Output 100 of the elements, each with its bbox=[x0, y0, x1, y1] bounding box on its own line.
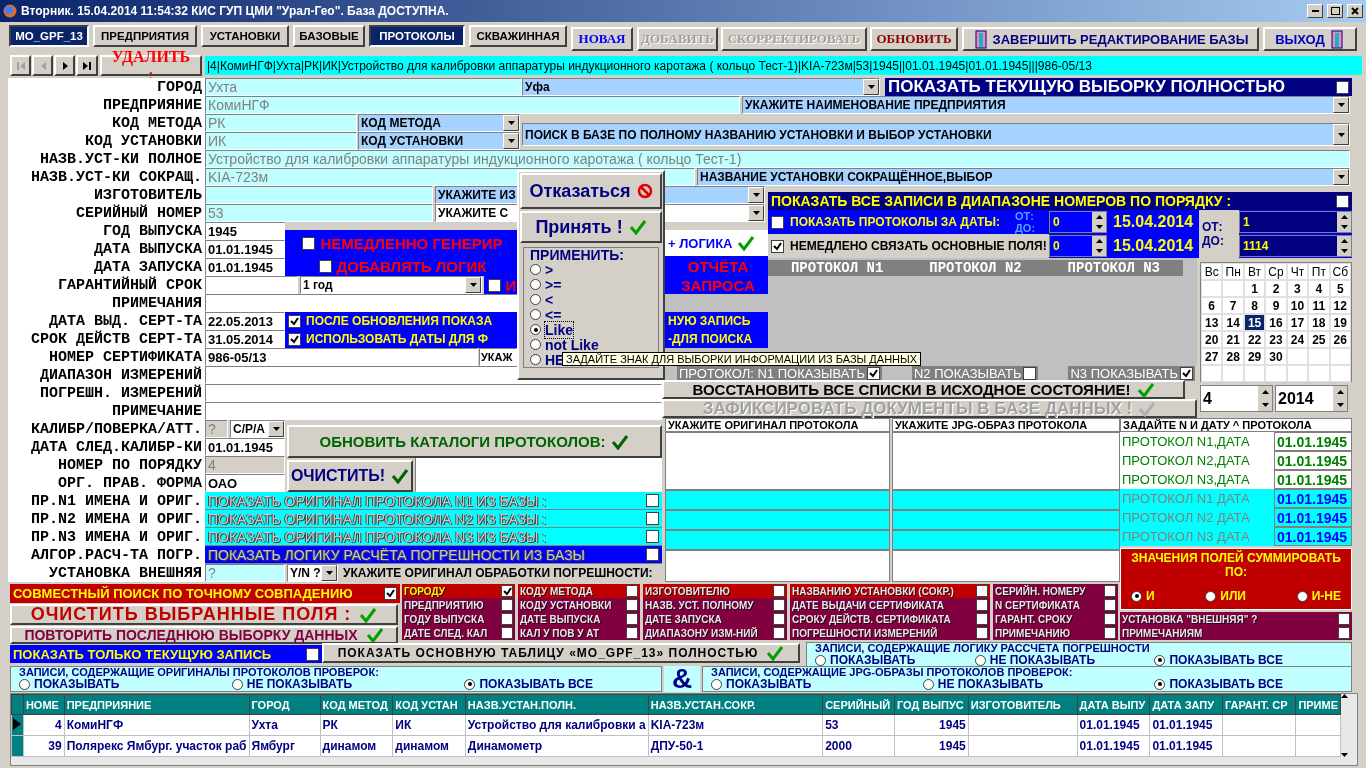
text-field[interactable]: ОАО bbox=[205, 474, 285, 492]
match-option[interactable]: ДИАПАЗОНУ ИЗМ-НИЙ bbox=[643, 626, 787, 640]
calendar-day[interactable]: 30 bbox=[1265, 348, 1287, 365]
combo-box[interactable]: Уфа bbox=[522, 78, 880, 96]
checkbox[interactable] bbox=[976, 585, 988, 597]
combo-box[interactable]: ПОИСК В БАЗЕ ПО ПОЛНОМУ НАЗВАНИЮ УСТАНОВКИ И ВЫБОР УСТАНОВКИ bbox=[522, 123, 1350, 146]
match-option[interactable]: ПОГРЕШНОСТИ ИЗМЕРЕНИЙ bbox=[790, 626, 990, 640]
match-option[interactable]: ГОРОДУ bbox=[402, 584, 515, 598]
cancel-button[interactable]: Отказаться bbox=[520, 173, 662, 209]
radio-button[interactable] bbox=[1296, 590, 1308, 602]
radio-button[interactable] bbox=[231, 678, 243, 690]
file-field[interactable] bbox=[892, 490, 1120, 510]
checkbox[interactable] bbox=[1336, 194, 1349, 208]
number-spinner[interactable]: 0 bbox=[1049, 235, 1107, 257]
checkbox[interactable] bbox=[773, 585, 785, 597]
combo-box[interactable]: Y/N ? bbox=[287, 564, 338, 582]
calendar-day[interactable]: 26 bbox=[1329, 331, 1351, 348]
checkbox[interactable] bbox=[976, 627, 988, 639]
checkbox[interactable] bbox=[306, 647, 319, 661]
checkbox[interactable] bbox=[1338, 627, 1350, 639]
radio-button[interactable] bbox=[530, 339, 541, 350]
text-field[interactable]: 01.01.1945 bbox=[205, 258, 285, 276]
row-indicator[interactable] bbox=[11, 714, 24, 736]
radio-button[interactable] bbox=[530, 324, 541, 335]
calendar-day[interactable]: 15 bbox=[1243, 314, 1266, 331]
action-button[interactable]: ОБНОВИТЬ КАТАЛОГИ ПРОТОКОЛОВ: bbox=[287, 425, 662, 458]
radio-button[interactable] bbox=[974, 654, 986, 666]
match-option[interactable]: НАЗВАНИЮ УСТАНОВКИ (СОКР.) bbox=[790, 584, 990, 598]
radio-button[interactable] bbox=[530, 279, 541, 290]
checkbox[interactable] bbox=[1336, 80, 1349, 94]
calendar-day[interactable]: 4 bbox=[1308, 280, 1330, 297]
dropdown-button[interactable] bbox=[1333, 169, 1349, 185]
calendar-day[interactable]: 11 bbox=[1308, 297, 1330, 314]
calendar-day[interactable]: 5 bbox=[1329, 280, 1351, 297]
text-field[interactable]: УКАЖ bbox=[479, 348, 517, 366]
dropdown-button[interactable] bbox=[465, 277, 481, 293]
text-field[interactable]: 986-05/13 bbox=[205, 348, 478, 366]
match-option[interactable]: N СЕРТИФИКАТА bbox=[993, 598, 1118, 612]
match-option[interactable]: ПРЕДПРИЯТИЮ bbox=[402, 598, 515, 612]
close-button[interactable] bbox=[1347, 4, 1363, 18]
month-spinner[interactable]: 4 bbox=[1200, 385, 1273, 412]
tab[interactable]: ПРЕДПРИЯТИЯ bbox=[93, 25, 197, 47]
calendar-day[interactable]: 12 bbox=[1329, 297, 1351, 314]
toolbar-button[interactable]: НОВАЯ bbox=[571, 27, 633, 51]
checkbox[interactable] bbox=[1023, 366, 1037, 380]
checkbox[interactable] bbox=[771, 215, 784, 229]
calendar-day[interactable]: 1 bbox=[1243, 280, 1266, 297]
match-option[interactable]: СРОКУ ДЕЙСТВ. СЕРТИФИКАТА bbox=[790, 612, 990, 626]
dropdown-button[interactable] bbox=[503, 133, 519, 149]
calendar-day[interactable]: 17 bbox=[1286, 314, 1309, 331]
match-option[interactable]: КОДУ УСТАНОВКИ bbox=[518, 598, 640, 612]
combo-box[interactable]: НАЗВАНИЕ УСТАНОВКИ СОКРАЩЁННОЕ,ВЫБОР bbox=[697, 168, 1350, 186]
calendar-day[interactable]: 25 bbox=[1308, 331, 1330, 348]
checkbox[interactable] bbox=[501, 613, 513, 625]
calendar-day[interactable]: 22 bbox=[1243, 331, 1266, 348]
match-option[interactable]: ГОДУ ВЫПУСКА bbox=[402, 612, 515, 626]
radio-button[interactable] bbox=[530, 294, 541, 305]
radio-button[interactable] bbox=[1131, 590, 1142, 602]
checkbox[interactable] bbox=[976, 613, 988, 625]
checkbox[interactable] bbox=[487, 278, 501, 292]
checkbox[interactable] bbox=[646, 530, 659, 543]
calendar-day[interactable]: 27 bbox=[1201, 348, 1223, 365]
checkbox[interactable] bbox=[302, 236, 316, 250]
checkbox[interactable] bbox=[626, 585, 638, 597]
checkbox[interactable] bbox=[1338, 613, 1350, 625]
checkbox[interactable] bbox=[773, 627, 785, 639]
checkbox[interactable] bbox=[866, 366, 880, 380]
checkbox[interactable] bbox=[773, 613, 785, 625]
dropdown-button[interactable] bbox=[503, 115, 519, 131]
combo-box[interactable]: 1 год bbox=[300, 276, 482, 294]
tab[interactable]: БАЗОВЫЕ bbox=[293, 25, 365, 47]
calendar-day[interactable]: 20 bbox=[1201, 331, 1223, 348]
checkbox[interactable] bbox=[1180, 366, 1193, 380]
accept-button[interactable]: Принять ! bbox=[520, 211, 662, 243]
checkbox[interactable] bbox=[626, 613, 638, 625]
combo-box[interactable]: УКАЖИТЕ НАИМЕНОВАНИЕ ПРЕДПРИЯТИЯ bbox=[742, 96, 1350, 114]
checkbox[interactable] bbox=[288, 332, 301, 346]
match-option[interactable]: ДАТЕ ВЫДАЧИ СЕРТИФИКАТА bbox=[790, 598, 990, 612]
text-field[interactable] bbox=[205, 384, 662, 402]
checkbox[interactable] bbox=[646, 548, 659, 561]
checkbox[interactable] bbox=[626, 627, 638, 639]
radio-button[interactable] bbox=[922, 678, 934, 690]
year-spinner[interactable]: 2014 bbox=[1275, 385, 1348, 412]
combo-box[interactable]: КОД МЕТОДА bbox=[358, 114, 520, 132]
calendar-day[interactable]: 19 bbox=[1329, 314, 1351, 331]
radio-button[interactable] bbox=[1154, 654, 1166, 666]
calendar-day[interactable]: 28 bbox=[1222, 348, 1244, 365]
radio-button[interactable] bbox=[19, 678, 30, 690]
maximize-button[interactable] bbox=[1327, 4, 1343, 18]
clear-fields-button[interactable]: ОЧИСТИТЬ ВЫБРАННЫЕ ПОЛЯ : bbox=[10, 604, 398, 625]
date-field[interactable]: 01.01.1945 bbox=[1274, 470, 1352, 489]
text-field[interactable]: 31.05.2014 bbox=[205, 330, 285, 348]
text-field[interactable] bbox=[415, 456, 662, 492]
number-spinner[interactable]: 1114 bbox=[1239, 235, 1352, 257]
text-field[interactable]: 01.01.1945 bbox=[205, 240, 285, 258]
checkbox[interactable] bbox=[318, 259, 332, 273]
text-field[interactable]: 22.05.2013 bbox=[205, 312, 285, 330]
checkbox[interactable] bbox=[771, 239, 784, 253]
text-field[interactable] bbox=[205, 186, 433, 204]
match-option[interactable]: НАЗВ. УСТ. ПОЛНОМУ bbox=[643, 598, 787, 612]
